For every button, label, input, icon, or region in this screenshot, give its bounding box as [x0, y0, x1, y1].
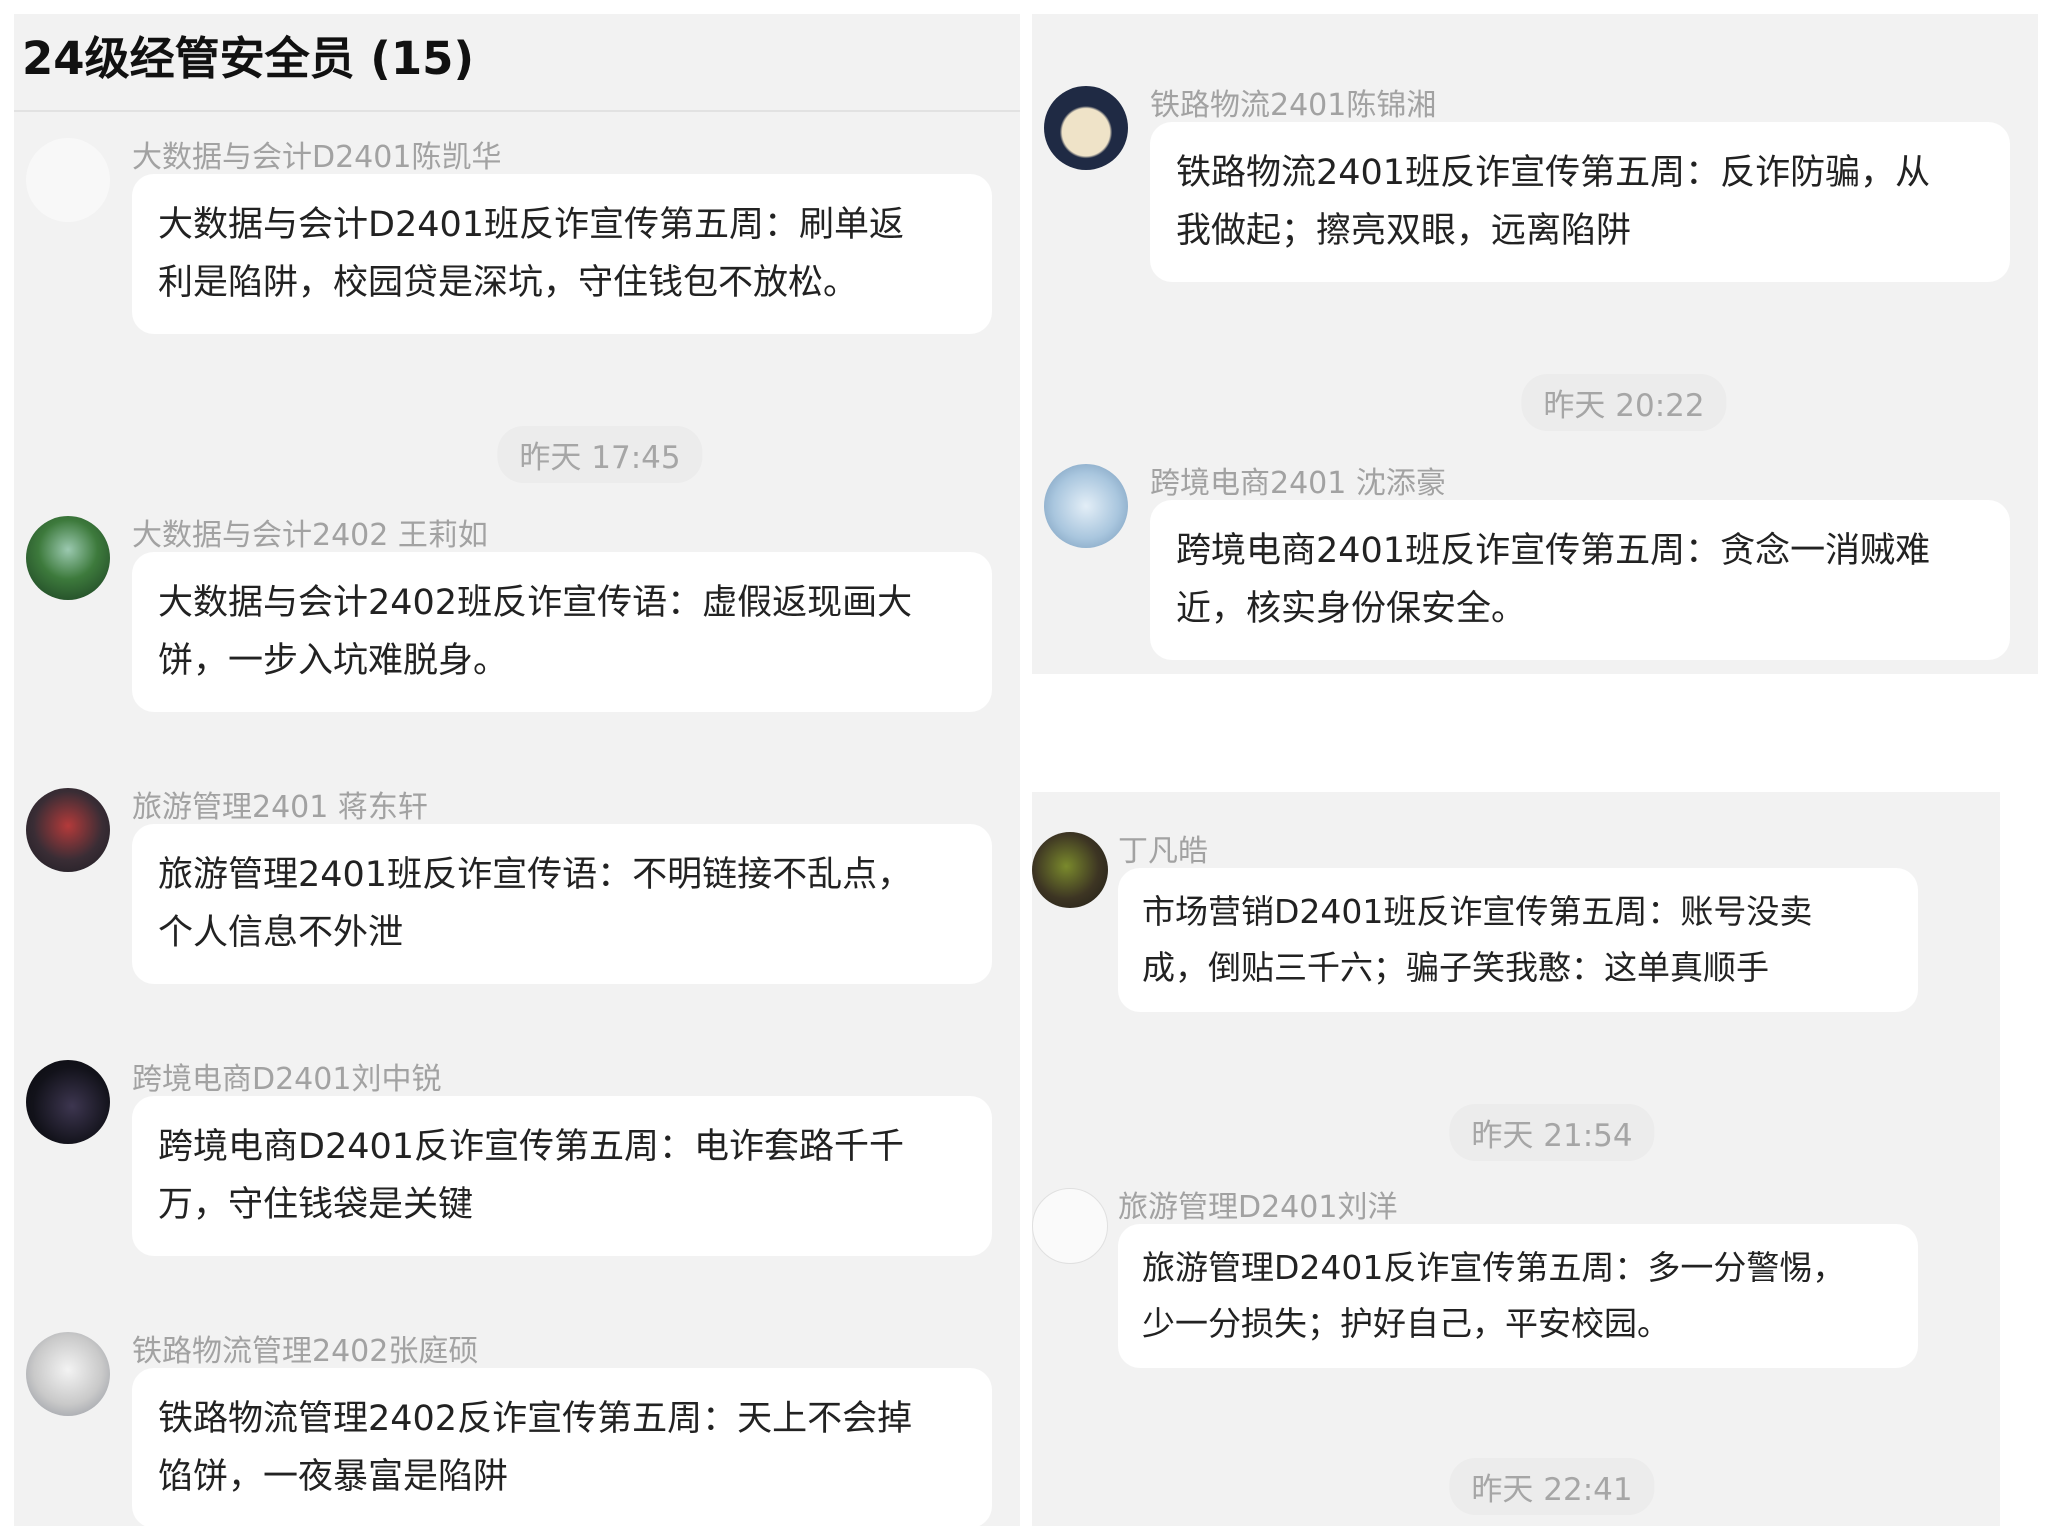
sender-name: 跨境电商D2401刘中锐 — [132, 1062, 442, 1097]
chat-panel-right-bottom: 丁凡皓 市场营销D2401班反诈宣传第五周：账号没卖 成，倒贴三千六；骗子笑我憨… — [1032, 792, 2000, 1526]
sender-name: 大数据与会计2402 王莉如 — [132, 518, 488, 553]
avatar[interactable] — [26, 1060, 110, 1144]
message-bubble[interactable]: 铁路物流2401班反诈宣传第五周：反诈防骗，从 我做起；擦亮双眼，远离陷阱 — [1150, 122, 2010, 282]
avatar[interactable] — [1032, 832, 1108, 908]
message-bubble[interactable]: 旅游管理D2401反诈宣传第五周：多一分警惕， 少一分损失；护好自己，平安校园。 — [1118, 1224, 1918, 1368]
sender-name: 铁路物流2401陈锦湘 — [1150, 88, 1437, 123]
message-line: 旅游管理2401班反诈宣传语：不明链接不乱点， — [158, 855, 913, 895]
message-line: 我做起；擦亮双眼，远离陷阱 — [1176, 211, 1632, 251]
timestamp: 昨天 17:45 — [497, 426, 703, 483]
message-line: 个人信息不外泄 — [158, 913, 404, 953]
title-divider — [14, 110, 1020, 112]
timestamp: 昨天 22:41 — [1449, 1458, 1655, 1515]
message-line: 馅饼，一夜暴富是陷阱 — [158, 1457, 509, 1497]
avatar[interactable] — [1044, 464, 1128, 548]
message-bubble[interactable]: 旅游管理2401班反诈宣传语：不明链接不乱点， 个人信息不外泄 — [132, 824, 992, 984]
message-line: 万，守住钱袋是关键 — [158, 1185, 474, 1225]
sender-name: 跨境电商2401 沈添豪 — [1150, 466, 1446, 501]
message-line: 大数据与会计2402班反诈宣传语：虚假返现画大 — [158, 583, 913, 623]
avatar[interactable] — [26, 516, 110, 600]
avatar[interactable] — [26, 1332, 110, 1416]
message-bubble[interactable]: 跨境电商D2401反诈宣传第五周：电诈套路千千 万，守住钱袋是关键 — [132, 1096, 992, 1256]
avatar[interactable] — [1044, 86, 1128, 170]
message-bubble[interactable]: 市场营销D2401班反诈宣传第五周：账号没卖 成，倒贴三千六；骗子笑我憨：这单真… — [1118, 868, 1918, 1012]
timestamp: 昨天 21:54 — [1449, 1104, 1655, 1161]
message-line: 铁路物流2401班反诈宣传第五周：反诈防骗，从 — [1176, 153, 1931, 193]
sender-name: 铁路物流管理2402张庭硕 — [132, 1334, 479, 1369]
message-line: 饼，一步入坑难脱身。 — [158, 641, 509, 681]
avatar[interactable] — [1032, 1188, 1108, 1264]
chat-panel-right-top: 铁路物流2401陈锦湘 铁路物流2401班反诈宣传第五周：反诈防骗，从 我做起；… — [1032, 14, 2038, 674]
avatar[interactable] — [26, 138, 110, 222]
message-line: 少一分损失；护好自己，平安校园。 — [1142, 1304, 1670, 1343]
message-bubble[interactable]: 铁路物流管理2402反诈宣传第五周：天上不会掉 馅饼，一夜暴富是陷阱 — [132, 1368, 992, 1526]
message-line: 铁路物流管理2402反诈宣传第五周：天上不会掉 — [158, 1399, 913, 1439]
message-line: 市场营销D2401班反诈宣传第五周：账号没卖 — [1142, 892, 1813, 931]
sender-name: 旅游管理2401 蒋东轩 — [132, 790, 428, 825]
message-bubble[interactable]: 大数据与会计D2401班反诈宣传第五周：刷单返 利是陷阱，校园贷是深坑，守住钱包… — [132, 174, 992, 334]
timestamp: 昨天 20:22 — [1521, 374, 1727, 431]
sender-name: 旅游管理D2401刘洋 — [1118, 1190, 1398, 1225]
chat-panel-left: 24级经管安全员 (15) 大数据与会计D2401陈凯华 大数据与会计D2401… — [14, 14, 1020, 1526]
message-line: 近，核实身份保安全。 — [1176, 589, 1527, 629]
message-bubble[interactable]: 跨境电商2401班反诈宣传第五周：贪念一消贼难 近，核实身份保安全。 — [1150, 500, 2010, 660]
message-line: 跨境电商2401班反诈宣传第五周：贪念一消贼难 — [1176, 531, 1931, 571]
message-line: 成，倒贴三千六；骗子笑我憨：这单真顺手 — [1142, 948, 1769, 987]
message-bubble[interactable]: 大数据与会计2402班反诈宣传语：虚假返现画大 饼，一步入坑难脱身。 — [132, 552, 992, 712]
message-line: 大数据与会计D2401班反诈宣传第五周：刷单返 — [158, 205, 905, 245]
sender-name: 大数据与会计D2401陈凯华 — [132, 140, 502, 175]
message-line: 利是陷阱，校园贷是深坑，守住钱包不放松。 — [158, 263, 859, 303]
chat-title: 24级经管安全员 (15) — [22, 32, 475, 85]
message-line: 跨境电商D2401反诈宣传第五周：电诈套路千千 — [158, 1127, 905, 1167]
sender-name: 丁凡皓 — [1118, 834, 1208, 869]
message-line: 旅游管理D2401反诈宣传第五周：多一分警惕， — [1142, 1248, 1846, 1287]
avatar[interactable] — [26, 788, 110, 872]
